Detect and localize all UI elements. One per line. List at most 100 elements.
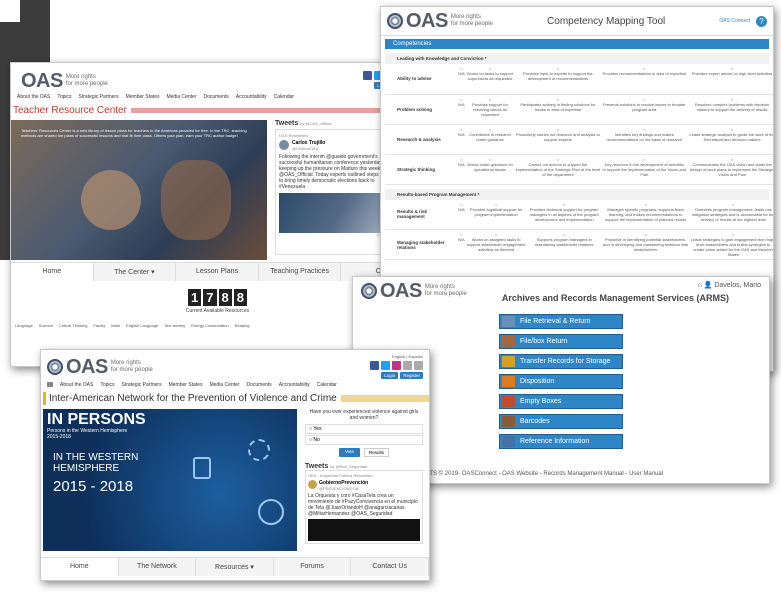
vote-button[interactable]: Vote [338, 448, 360, 457]
radio-option[interactable]: ○ Provides technical support for program … [526, 199, 602, 230]
login-button[interactable]: Login [381, 372, 399, 379]
oas-seal-icon [387, 13, 403, 29]
radio-option[interactable]: ○ Provides logistical support for program… [465, 199, 527, 230]
hero-text: Teachers' Resources Center is a new libr… [21, 128, 247, 138]
menu-reference-information[interactable]: Reference Information [499, 434, 623, 449]
facebook-icon[interactable] [370, 361, 379, 370]
radio-option[interactable]: ○ Leads strategic analysis to guide the w… [687, 124, 773, 155]
menu-disposition[interactable]: Disposition [499, 374, 623, 389]
user-icon[interactable] [403, 361, 412, 370]
poll-yes-option[interactable]: ○ Yes [305, 424, 423, 434]
table-row: Research & analysis ○ N/A ○ Contributes to… [385, 124, 773, 155]
radio-option[interactable]: ○ Works on tasks to support supervisors a… [465, 64, 515, 95]
radio-option[interactable]: ○ Carries out actions to support the impl… [514, 154, 602, 185]
section-header: Leading with Knowledge and Conviction * [385, 53, 769, 64]
radio-option[interactable]: ○ Contributes to research under guidance [465, 124, 515, 155]
tab-teaching-practices[interactable]: Teaching Practices [259, 263, 342, 281]
oas-seal-icon [47, 358, 63, 375]
competency-table: Results & risk management ○ N/A ○ Provides… [385, 199, 773, 260]
help-icon[interactable]: ? [756, 15, 767, 27]
radio-option[interactable]: ○ N/A [457, 94, 466, 125]
register-button[interactable]: Register [400, 372, 423, 379]
tab-home[interactable]: Home [41, 558, 119, 576]
radio-option[interactable]: ○ Works on assigned tasks to support stak… [465, 229, 527, 260]
radio-option[interactable]: ○ Oversees program management, leads risk… [689, 199, 773, 230]
radio-option[interactable]: ○ Presents solutions to resolve issues in… [601, 94, 688, 125]
radio-option[interactable]: ○ Communicates the OAS vision and leads t… [687, 154, 773, 185]
social-icons [370, 361, 423, 370]
radio-option[interactable]: ○ N/A [457, 199, 466, 230]
twitter-feed: Tweets by @Red_Seguridad OEA - Seguridad… [305, 463, 423, 544]
radio-option[interactable]: ○ N/A [457, 154, 466, 185]
menu-file-box-return[interactable]: File/box Return [499, 334, 623, 349]
menu-transfer-records[interactable]: Transfer Records for Storage [499, 354, 623, 369]
phone-icon [193, 457, 211, 479]
table-row: Managing stakeholder relations ○ N/A ○ Wor… [385, 229, 773, 260]
tab-home[interactable]: Home [11, 263, 94, 281]
oas-connect-link[interactable]: OAS Connect [719, 18, 750, 24]
facebook-icon[interactable] [363, 71, 372, 80]
results-button[interactable]: Results [364, 448, 390, 457]
tab-forums[interactable]: Forums [274, 558, 352, 576]
students-photo-figure [81, 170, 141, 230]
poll-no-option[interactable]: ○ No [305, 435, 423, 445]
menu-barcodes[interactable]: Barcodes [499, 414, 623, 429]
oas-logo[interactable]: OAS More rights for more people [21, 71, 108, 91]
radio-option[interactable]: ○ Works under guidance on operational iss… [465, 154, 515, 185]
radio-option[interactable]: ○ Participates actively in finding soluti… [514, 94, 602, 125]
menu-file-retrieval[interactable]: File Retrieval & Return [499, 314, 623, 329]
box-return-icon [502, 336, 515, 347]
radio-option[interactable]: ○ Identifies key findings and makes recom… [601, 124, 688, 155]
competency-table: Ability to advise ○ N/A ○ Works on tasks t… [385, 64, 773, 185]
background-page-fragment-light [0, 0, 20, 22]
tweet-text: La Orquesta y coro #CasaTela crea un mov… [308, 493, 418, 517]
main-nav: About the OAS Topics Strategic Partners Me… [41, 379, 429, 388]
radio-option[interactable]: ○ N/A [457, 124, 466, 155]
radio-option[interactable]: ○ Key resource in the development of acti… [601, 154, 688, 185]
tab-the-network[interactable]: The Network [119, 558, 197, 576]
poll-question: Have you ever experienced violence again… [309, 409, 419, 421]
tab-lesson-plans[interactable]: Lesson Plans [176, 263, 259, 281]
home-icon[interactable]: ⌂ [697, 282, 701, 289]
radio-option[interactable]: ○ Provides recommendations in area of exp… [601, 64, 688, 95]
instagram-icon[interactable] [392, 361, 401, 370]
transfer-records-icon [502, 356, 515, 367]
oas-seal-icon [361, 283, 377, 299]
oas-logo[interactable]: OAS More rights for more people [47, 354, 153, 379]
radio-option[interactable]: ○ Provides input to experts to support th… [514, 64, 602, 95]
radio-option[interactable]: ○ Manages specific programs, supports tea… [601, 199, 690, 230]
radio-option[interactable]: ○ Leads strategies to gain engagement fro… [689, 229, 773, 260]
tab-the-center[interactable]: The Center ▾ [94, 263, 177, 281]
radio-option[interactable]: ○ Provides expert advice on high level ac… [687, 64, 773, 95]
table-row: Ability to advise ○ N/A ○ Works on tasks t… [385, 64, 773, 95]
oas-logo[interactable]: OAS More rights for more people [387, 11, 493, 31]
radio-option[interactable]: ○ N/A [457, 64, 466, 95]
radio-option[interactable]: ○ N/A [457, 229, 466, 260]
avatar[interactable] [279, 140, 289, 150]
radio-option[interactable]: ○ Resolves complex problems with decision… [687, 94, 773, 125]
app-title: Archives and Records Management Services… [501, 293, 729, 303]
user-name[interactable]: Davelos, Mario [714, 282, 761, 289]
menu-empty-boxes[interactable]: Empty Boxes [499, 394, 623, 409]
home-icon[interactable] [47, 382, 53, 387]
table-row: Problem solving ○ N/A ○ Provides support f… [385, 94, 773, 125]
radio-option[interactable]: ○ Supports program managers in maintainin… [526, 229, 602, 260]
gears-icon [248, 439, 270, 461]
twitter-icon[interactable] [381, 361, 390, 370]
radio-option[interactable]: ○ Proactive in identifying potential stak… [601, 229, 690, 260]
oas-logo[interactable]: OAS More rights for more people [361, 281, 467, 301]
tab-contact-us[interactable]: Contact Us [351, 558, 429, 576]
tweet-video [308, 519, 420, 541]
radio-option[interactable]: ○ Provides support for resolving issues a… [465, 94, 515, 125]
page-title: Teacher Resource Center [11, 104, 424, 116]
avatar[interactable] [308, 480, 317, 489]
tab-resources[interactable]: Resources ▾ [196, 558, 274, 576]
language-switcher[interactable]: English | Español [392, 354, 423, 359]
disposition-icon [502, 376, 515, 387]
page-title: Inter-American Network for the Preventio… [43, 392, 429, 405]
radio-option[interactable]: ○ Proactively carries out research and an… [514, 124, 602, 155]
hero-banner: IN PERSONS Persons in the Western Hemisp… [43, 409, 297, 551]
hero-image: Teachers' Resources Center is a new libr… [11, 120, 267, 260]
home-icon[interactable] [414, 361, 423, 370]
app-title: Competency Mapping Tool [547, 15, 666, 27]
